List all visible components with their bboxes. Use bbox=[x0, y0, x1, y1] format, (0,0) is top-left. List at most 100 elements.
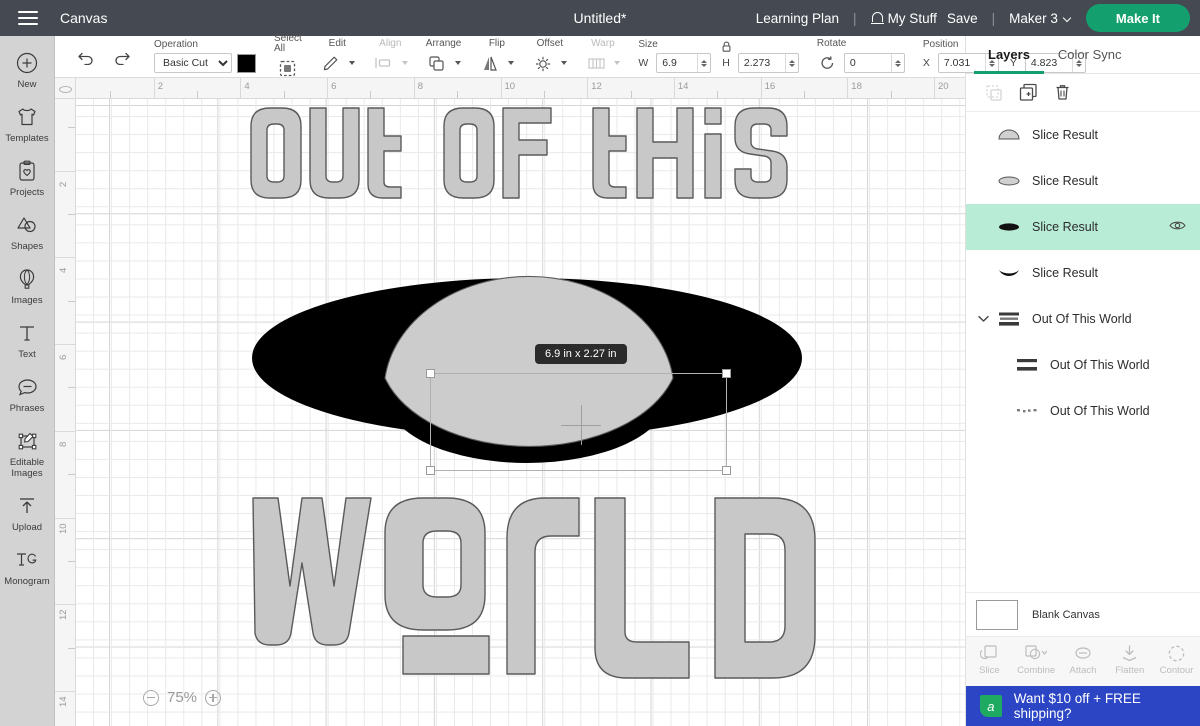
eye-icon[interactable] bbox=[1169, 220, 1186, 235]
offset-icon[interactable] bbox=[532, 52, 554, 74]
slice-label: Slice bbox=[979, 665, 1000, 676]
ruler-number: 20 bbox=[938, 81, 949, 92]
rail-item-projects[interactable]: Projects bbox=[0, 158, 55, 198]
ruler-tick bbox=[55, 430, 75, 432]
edit-pencil-icon[interactable] bbox=[320, 52, 342, 74]
editable-images-icon bbox=[16, 428, 39, 454]
edit-group: Edit bbox=[311, 36, 364, 78]
attach-icon bbox=[1072, 643, 1094, 663]
chevron-down-icon[interactable] bbox=[974, 315, 992, 323]
width-field[interactable] bbox=[656, 53, 712, 73]
ruler-number: 6 bbox=[331, 81, 337, 92]
rail-label-images: Images bbox=[11, 295, 43, 306]
flip-caret-icon[interactable] bbox=[508, 61, 515, 65]
layer-row-out-of-this-world-child-1[interactable]: Out Of This World bbox=[966, 342, 1200, 388]
rail-label-templates: Templates bbox=[5, 133, 49, 144]
layer-row-out-of-this-world-child-2[interactable]: Out Of This World bbox=[966, 388, 1200, 434]
tab-color-sync[interactable]: Color Sync bbox=[1044, 37, 1136, 74]
layer-row-slice-result-1[interactable]: Slice Result bbox=[966, 112, 1200, 158]
my-stuff-link[interactable]: My Stuff bbox=[888, 11, 943, 26]
rotate-input[interactable] bbox=[844, 57, 891, 69]
make-it-button[interactable]: Make It bbox=[1085, 4, 1190, 32]
hamburger-icon[interactable] bbox=[18, 7, 38, 29]
blank-canvas-row[interactable]: Blank Canvas bbox=[966, 592, 1200, 636]
ruler-tick bbox=[760, 78, 762, 98]
edit-toolbar: Operation Basic CutPenScoreEngraveDeboss… bbox=[55, 33, 1086, 79]
operation-select[interactable]: Basic CutPenScoreEngraveDebossWavePerfFo… bbox=[154, 53, 232, 73]
rail-item-text[interactable]: Text bbox=[0, 320, 55, 360]
select-all-group: Select All bbox=[265, 33, 311, 79]
rotate-icon[interactable] bbox=[817, 52, 839, 74]
canvas-color-swatch[interactable] bbox=[976, 599, 1018, 630]
layer-row-slice-result-2[interactable]: Slice Result bbox=[966, 158, 1200, 204]
layer-row-slice-result-4[interactable]: Slice Result bbox=[966, 250, 1200, 296]
upload-arrow-icon bbox=[16, 493, 38, 519]
warp-group: Warp bbox=[576, 36, 629, 78]
rail-item-upload[interactable]: Upload bbox=[0, 493, 55, 533]
select-all-label: Select All bbox=[274, 33, 302, 54]
flip-icon[interactable] bbox=[479, 52, 501, 74]
offset-caret-icon[interactable] bbox=[561, 61, 568, 65]
ruler-tick bbox=[55, 344, 75, 346]
black-curve-thumb bbox=[992, 267, 1026, 279]
plus-circle-icon bbox=[16, 50, 38, 76]
height-input[interactable] bbox=[738, 57, 785, 69]
operation-color-swatch[interactable] bbox=[237, 53, 256, 73]
canvas-label[interactable]: Canvas bbox=[60, 10, 107, 26]
machine-selector[interactable]: Maker 3 bbox=[999, 11, 1080, 26]
ruler-tick bbox=[68, 647, 75, 649]
width-stepper[interactable] bbox=[697, 54, 710, 72]
rail-item-templates[interactable]: Templates bbox=[0, 104, 55, 144]
rail-item-phrases[interactable]: Phrases bbox=[0, 374, 55, 414]
trash-icon[interactable] bbox=[1052, 83, 1072, 103]
ruler-tick bbox=[240, 78, 242, 98]
rotate-field[interactable] bbox=[843, 53, 905, 73]
text-thumb bbox=[1010, 356, 1044, 374]
ruler-number: 2 bbox=[58, 181, 69, 187]
ruler-tick bbox=[847, 78, 849, 98]
rail-item-new[interactable]: New bbox=[0, 50, 55, 90]
canvas-area[interactable]: 6.9 in x 2.27 in 02468101214161820 24681… bbox=[55, 78, 965, 726]
bell-glyph bbox=[870, 11, 884, 26]
arrange-icon[interactable] bbox=[426, 52, 448, 74]
plus-circle-icon[interactable] bbox=[205, 689, 222, 706]
flatten-label: Flatten bbox=[1115, 665, 1145, 676]
tab-layers[interactable]: Layers bbox=[974, 37, 1044, 74]
layer-row-out-of-this-world-group[interactable]: Out Of This World bbox=[966, 296, 1200, 342]
rail-label-projects: Projects bbox=[9, 187, 45, 198]
notifications-bell-icon[interactable] bbox=[861, 11, 888, 26]
ruler-corner-unit-icon[interactable] bbox=[55, 78, 76, 99]
ruler-number: 2 bbox=[157, 81, 163, 92]
height-stepper[interactable] bbox=[784, 54, 798, 72]
save-button[interactable]: Save bbox=[943, 11, 988, 26]
warp-label: Warp bbox=[591, 38, 615, 49]
lock-icon[interactable] bbox=[720, 40, 733, 53]
minus-circle-icon[interactable] bbox=[143, 689, 159, 706]
app-body: New Templates Projects Shapes Images Tex… bbox=[0, 33, 1200, 726]
promo-text: Want $10 off + FREE shipping? bbox=[1013, 691, 1141, 721]
rail-item-shapes[interactable]: Shapes bbox=[0, 212, 55, 252]
rotate-stepper[interactable] bbox=[890, 54, 904, 72]
ruler-tick bbox=[717, 91, 719, 98]
select-all-icon[interactable] bbox=[277, 57, 299, 79]
redo-button[interactable] bbox=[108, 43, 136, 71]
promo-banner[interactable]: a Want $10 off + FREE shipping? bbox=[966, 686, 1200, 726]
layer-row-slice-result-3[interactable]: Slice Result bbox=[966, 204, 1200, 250]
width-label: W bbox=[638, 57, 649, 69]
layer-tools-bar bbox=[966, 74, 1200, 112]
rotate-label: Rotate bbox=[816, 38, 847, 49]
duplicate-icon[interactable] bbox=[1018, 83, 1038, 103]
size-label: Size bbox=[638, 39, 658, 50]
ruler-tick bbox=[55, 257, 75, 259]
edit-caret-icon[interactable] bbox=[348, 61, 355, 65]
arrange-caret-icon[interactable] bbox=[455, 61, 462, 65]
width-input[interactable] bbox=[657, 57, 698, 69]
rail-item-editable-images[interactable]: Editable Images bbox=[0, 428, 55, 479]
rail-label-shapes: Shapes bbox=[10, 241, 44, 252]
rail-item-monogram[interactable]: Monogram bbox=[0, 547, 55, 587]
rail-item-images[interactable]: Images bbox=[0, 266, 55, 306]
height-field[interactable] bbox=[737, 53, 799, 73]
learning-plan-link[interactable]: Learning Plan bbox=[746, 11, 849, 26]
undo-button[interactable] bbox=[72, 43, 100, 71]
text-t-icon bbox=[16, 320, 38, 346]
